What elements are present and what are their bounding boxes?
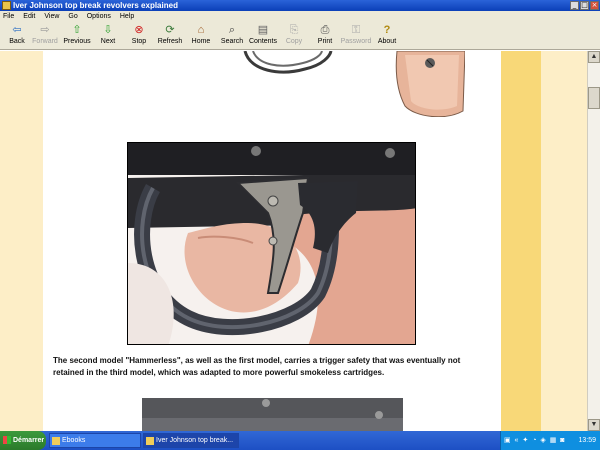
about-button[interactable]: ? About [370, 24, 404, 49]
window-title: Iver Johnson top break revolvers explain… [13, 1, 178, 10]
revolver-grip-photo [75, 51, 466, 118]
previous-arrow-icon: ⇧ [72, 24, 82, 36]
maximize-button[interactable]: □ [580, 1, 589, 10]
forward-arrow-icon: ⇨ [40, 24, 50, 36]
scroll-thumb[interactable] [588, 87, 600, 109]
print-icon: ⎙ [320, 24, 330, 36]
menu-edit[interactable]: Edit [23, 13, 35, 20]
refresh-button[interactable]: ⟳ Refresh [153, 24, 187, 49]
home-icon: ⌂ [197, 24, 205, 36]
copy-button[interactable]: ⎘ Copy [277, 24, 311, 49]
password-button[interactable]: ⚿ Password [339, 24, 373, 49]
scroll-down-arrow-icon[interactable]: ▼ [588, 419, 600, 431]
print-button[interactable]: ⎙ Print [308, 24, 342, 49]
vertical-scrollbar[interactable]: ▲ ▼ [587, 51, 600, 431]
tray-icons[interactable]: ▣ « ✦ ◔ ◈ ▦ ◙ [504, 436, 566, 444]
menu-help[interactable]: Help [120, 13, 134, 20]
system-tray: ▣ « ✦ ◔ ◈ ▦ ◙ 13:59 [500, 431, 600, 450]
task-iver-johnson[interactable]: Iver Johnson top break... [143, 433, 239, 448]
contents-icon: ▤ [257, 24, 269, 36]
clock[interactable]: 13:59 [578, 431, 596, 450]
taskbar: Démarrer Ebooks Iver Johnson top break..… [0, 431, 600, 450]
toolbar: ⇦ Back ⇨ Forward ⇧ Previous ⇩ Next ⊗ Sto… [0, 22, 600, 50]
minimize-button[interactable]: _ [570, 1, 579, 10]
task-ebooks[interactable]: Ebooks [49, 433, 141, 448]
menu-bar: File Edit View Go Options Help [0, 11, 600, 22]
scroll-up-arrow-icon[interactable]: ▲ [588, 51, 600, 63]
contents-button[interactable]: ▤ Contents [246, 24, 280, 49]
password-key-icon: ⚿ [351, 24, 361, 36]
stop-icon: ⊗ [134, 24, 144, 36]
start-button[interactable]: Démarrer [0, 431, 46, 450]
app-icon [2, 1, 11, 10]
window-title-bar: Iver Johnson top break revolvers explain… [0, 0, 600, 11]
previous-button[interactable]: ⇧ Previous [60, 24, 94, 49]
windows-logo-icon [3, 436, 11, 444]
forward-button[interactable]: ⇨ Forward [28, 24, 62, 49]
close-button[interactable]: × [590, 1, 599, 10]
menu-view[interactable]: View [44, 13, 59, 20]
copy-icon: ⎘ [289, 24, 299, 36]
next-button[interactable]: ⇩ Next [91, 24, 125, 49]
stop-button[interactable]: ⊗ Stop [122, 24, 156, 49]
next-arrow-icon: ⇩ [103, 24, 113, 36]
search-icon: ⌕ [228, 24, 236, 36]
trigger-guard-photo [127, 142, 416, 345]
menu-file[interactable]: File [3, 13, 14, 20]
help-book-icon [146, 437, 154, 445]
home-button[interactable]: ⌂ Home [184, 24, 218, 49]
revolver-frame-photo [142, 398, 403, 431]
decorative-side-strip [501, 51, 541, 431]
search-button[interactable]: ⌕ Search [215, 24, 249, 49]
folder-icon [52, 437, 60, 445]
document-view[interactable]: The second model "Hammerless", as well a… [0, 51, 587, 431]
about-question-icon: ? [383, 24, 391, 36]
refresh-icon: ⟳ [165, 24, 175, 36]
window-controls: _ □ × [570, 1, 599, 10]
menu-options[interactable]: Options [87, 13, 111, 20]
photo-caption: The second model "Hammerless", as well a… [53, 356, 461, 377]
menu-go[interactable]: Go [68, 13, 77, 20]
